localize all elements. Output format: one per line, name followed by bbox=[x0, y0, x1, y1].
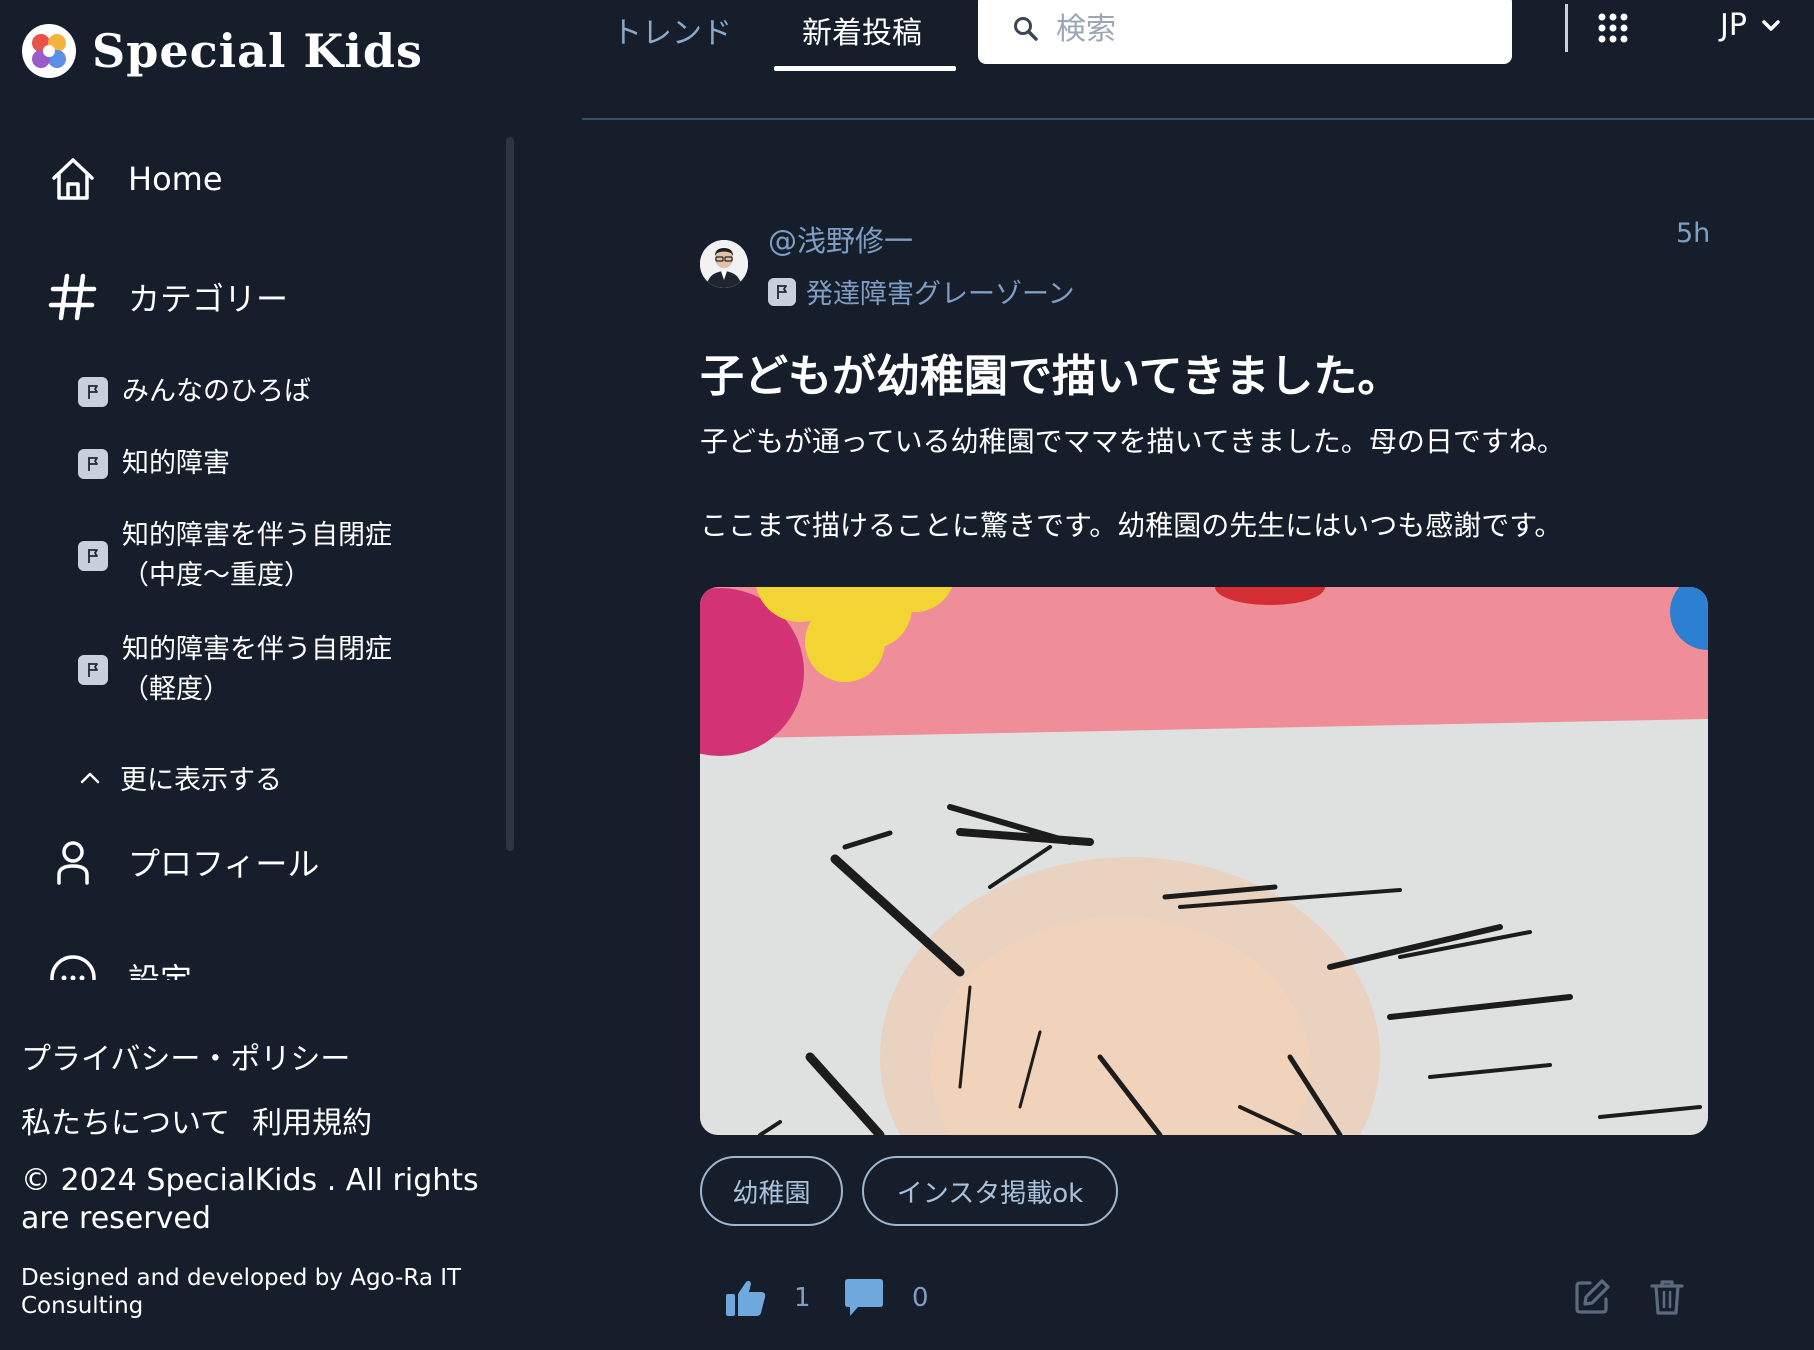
sidebar-item-label: プロフィール bbox=[128, 845, 320, 883]
sidebar-item-label: カテゴリー bbox=[128, 280, 289, 318]
tab-trend[interactable]: トレンド bbox=[612, 8, 732, 52]
category-label: 知的障害を伴う自閉症 （軽度） bbox=[122, 630, 392, 710]
hashtag-icon bbox=[48, 272, 98, 322]
thumbs-up-icon bbox=[726, 1280, 766, 1316]
chevron-down-icon bbox=[1762, 19, 1780, 31]
privacy-policy-link[interactable]: プライバシー・ポリシー bbox=[21, 1034, 350, 1078]
category-item[interactable]: みんなのひろば bbox=[78, 372, 311, 412]
tab-new-posts[interactable]: 新着投稿 bbox=[802, 8, 922, 52]
sidebar-clip: 設定 bbox=[0, 930, 500, 980]
user-icon bbox=[48, 837, 98, 887]
apps-grid-icon[interactable] bbox=[1597, 12, 1629, 44]
search-input[interactable] bbox=[1054, 10, 1474, 48]
copyright-line1: © 2024 SpecialKids . All rights bbox=[21, 1163, 479, 1198]
comment-count: 0 bbox=[912, 1283, 929, 1313]
flag-icon bbox=[78, 377, 108, 407]
flag-icon bbox=[78, 541, 108, 571]
search-icon bbox=[1014, 17, 1038, 41]
post-time: 5h bbox=[1676, 218, 1711, 249]
show-more-button[interactable]: 更に表示する bbox=[78, 758, 282, 797]
sidebar: Special Kids Home カテゴリー みんなのひろば 知的障害 知的障… bbox=[0, 0, 520, 1350]
language-label: JP bbox=[1720, 8, 1747, 43]
show-more-label: 更に表示する bbox=[120, 765, 282, 796]
settings-icon bbox=[48, 953, 98, 980]
credit-line2: Consulting bbox=[21, 1293, 144, 1319]
post-body-line1: 子どもが通っている幼稚園でママを描いてきました。母の日ですね。 bbox=[700, 425, 1565, 458]
tag-chip[interactable]: 幼稚園 bbox=[700, 1156, 843, 1226]
like-count: 1 bbox=[794, 1283, 811, 1313]
tag-chip[interactable]: インスタ掲載ok bbox=[862, 1156, 1118, 1226]
post-title: 子どもが幼稚園で描いてきました。 bbox=[700, 351, 1402, 402]
delete-icon[interactable] bbox=[1647, 1277, 1687, 1317]
sidebar-scrollbar[interactable] bbox=[506, 137, 514, 851]
flag-icon bbox=[78, 655, 108, 685]
flag-icon bbox=[78, 449, 108, 479]
flag-icon bbox=[768, 277, 796, 306]
sidebar-item-label: Home bbox=[128, 160, 223, 198]
copyright-line2: are reserved bbox=[21, 1201, 211, 1236]
post-author[interactable]: @浅野修一 bbox=[768, 218, 913, 260]
category-label: 知的障害 bbox=[122, 448, 230, 479]
comment-button[interactable]: 0 bbox=[842, 1276, 929, 1320]
footer-links-row: 私たちについて 利用規約 bbox=[21, 1098, 372, 1142]
home-icon bbox=[48, 154, 98, 204]
sidebar-item-categories[interactable]: カテゴリー bbox=[48, 272, 288, 322]
chevron-up-icon bbox=[80, 772, 100, 783]
search-bar[interactable] bbox=[978, 0, 1512, 64]
category-label: 知的障害を伴う自閉症 （中度～重度） bbox=[122, 516, 392, 596]
author-avatar[interactable] bbox=[700, 240, 748, 288]
category-item[interactable]: 知的障害を伴う自閉症 （中度～重度） bbox=[78, 516, 392, 596]
category-label-line2: （軽度） bbox=[122, 674, 230, 705]
post-body-line2: ここまで描けることに驚きです。幼稚園の先生にはいつも感謝です。 bbox=[700, 509, 1563, 542]
brand-name: Special Kids bbox=[92, 24, 423, 78]
category-label-line1: 知的障害を伴う自閉症 bbox=[122, 634, 392, 665]
category-label-line2: （中度～重度） bbox=[122, 560, 311, 591]
active-tab-indicator bbox=[774, 66, 956, 71]
comment-icon bbox=[845, 1279, 883, 1316]
terms-link[interactable]: 利用規約 bbox=[252, 1098, 372, 1142]
sidebar-item-settings[interactable]: 設定 bbox=[48, 953, 192, 980]
like-button[interactable]: 1 bbox=[724, 1276, 811, 1320]
post-image[interactable] bbox=[700, 587, 1708, 1135]
language-selector[interactable]: JP bbox=[1720, 8, 1783, 43]
sidebar-item-label: 設定 bbox=[128, 961, 193, 980]
logo-icon bbox=[22, 24, 76, 78]
header-divider bbox=[1565, 4, 1568, 52]
category-item[interactable]: 知的障害を伴う自閉症 （軽度） bbox=[78, 630, 392, 710]
about-link[interactable]: 私たちについて bbox=[21, 1098, 230, 1142]
edit-icon[interactable] bbox=[1572, 1277, 1612, 1317]
sidebar-item-profile[interactable]: プロフィール bbox=[48, 837, 319, 887]
post-category-label: 発達障害グレーゾーン bbox=[806, 279, 1075, 310]
category-label-line1: 知的障害を伴う自閉症 bbox=[122, 520, 392, 551]
brand-logo[interactable]: Special Kids bbox=[20, 22, 423, 80]
header-separator bbox=[582, 118, 1814, 120]
credit: Designed and developed by Ago-Ra IT Cons… bbox=[21, 1264, 481, 1320]
category-item[interactable]: 知的障害 bbox=[78, 444, 230, 484]
post-category[interactable]: 発達障害グレーゾーン bbox=[768, 272, 1075, 311]
category-label: みんなのひろば bbox=[122, 376, 311, 407]
copyright: © 2024 SpecialKids . All rights are rese… bbox=[21, 1162, 479, 1238]
sidebar-item-home[interactable]: Home bbox=[48, 154, 223, 204]
credit-line1: Designed and developed by Ago-Ra IT bbox=[21, 1265, 462, 1291]
